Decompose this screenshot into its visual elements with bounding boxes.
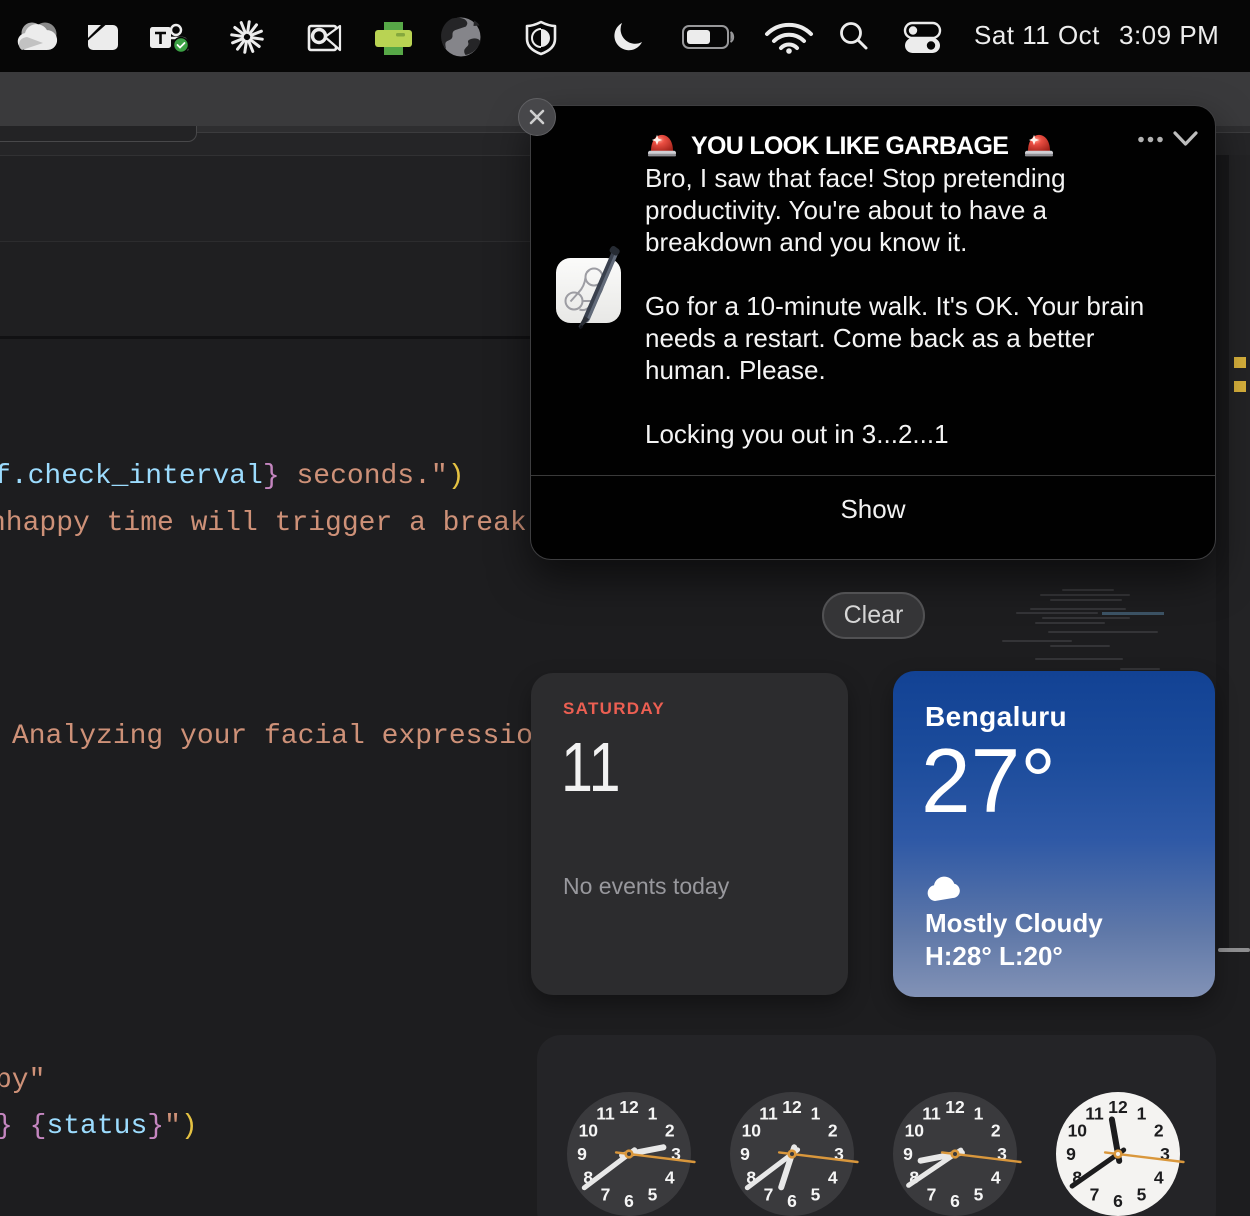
svg-text:4: 4 bbox=[828, 1168, 838, 1188]
svg-text:5: 5 bbox=[648, 1185, 658, 1205]
svg-text:12: 12 bbox=[1108, 1097, 1128, 1117]
svg-text:7: 7 bbox=[764, 1185, 774, 1205]
svg-text:10: 10 bbox=[905, 1121, 925, 1141]
svg-text:5: 5 bbox=[1137, 1185, 1147, 1205]
svg-text:4: 4 bbox=[665, 1168, 675, 1188]
svg-text:11: 11 bbox=[922, 1103, 941, 1123]
svg-text:7: 7 bbox=[1090, 1185, 1100, 1205]
svg-text:6: 6 bbox=[1113, 1191, 1123, 1211]
svg-text:2: 2 bbox=[828, 1121, 838, 1141]
svg-text:9: 9 bbox=[903, 1144, 913, 1164]
svg-text:10: 10 bbox=[742, 1121, 762, 1141]
svg-text:1: 1 bbox=[974, 1103, 984, 1123]
svg-text:2: 2 bbox=[665, 1121, 675, 1141]
svg-text:5: 5 bbox=[811, 1185, 821, 1205]
svg-text:9: 9 bbox=[577, 1144, 587, 1164]
svg-text:6: 6 bbox=[950, 1191, 960, 1211]
svg-text:11: 11 bbox=[596, 1103, 615, 1123]
svg-text:9: 9 bbox=[740, 1144, 750, 1164]
svg-text:11: 11 bbox=[759, 1103, 778, 1123]
svg-text:1: 1 bbox=[648, 1103, 658, 1123]
svg-text:12: 12 bbox=[619, 1097, 639, 1117]
svg-text:1: 1 bbox=[811, 1103, 821, 1123]
svg-text:4: 4 bbox=[991, 1168, 1001, 1188]
svg-text:4: 4 bbox=[1154, 1168, 1164, 1188]
svg-text:12: 12 bbox=[945, 1097, 965, 1117]
svg-text:6: 6 bbox=[624, 1191, 634, 1211]
svg-text:12: 12 bbox=[782, 1097, 802, 1117]
svg-text:1: 1 bbox=[1137, 1103, 1147, 1123]
svg-text:5: 5 bbox=[974, 1185, 984, 1205]
svg-text:2: 2 bbox=[991, 1121, 1001, 1141]
svg-text:7: 7 bbox=[927, 1185, 937, 1205]
svg-text:11: 11 bbox=[1085, 1103, 1104, 1123]
svg-text:6: 6 bbox=[787, 1191, 797, 1211]
svg-text:9: 9 bbox=[1066, 1144, 1076, 1164]
svg-text:2: 2 bbox=[1154, 1121, 1164, 1141]
svg-text:10: 10 bbox=[579, 1121, 599, 1141]
svg-text:10: 10 bbox=[1068, 1121, 1088, 1141]
svg-text:7: 7 bbox=[601, 1185, 611, 1205]
